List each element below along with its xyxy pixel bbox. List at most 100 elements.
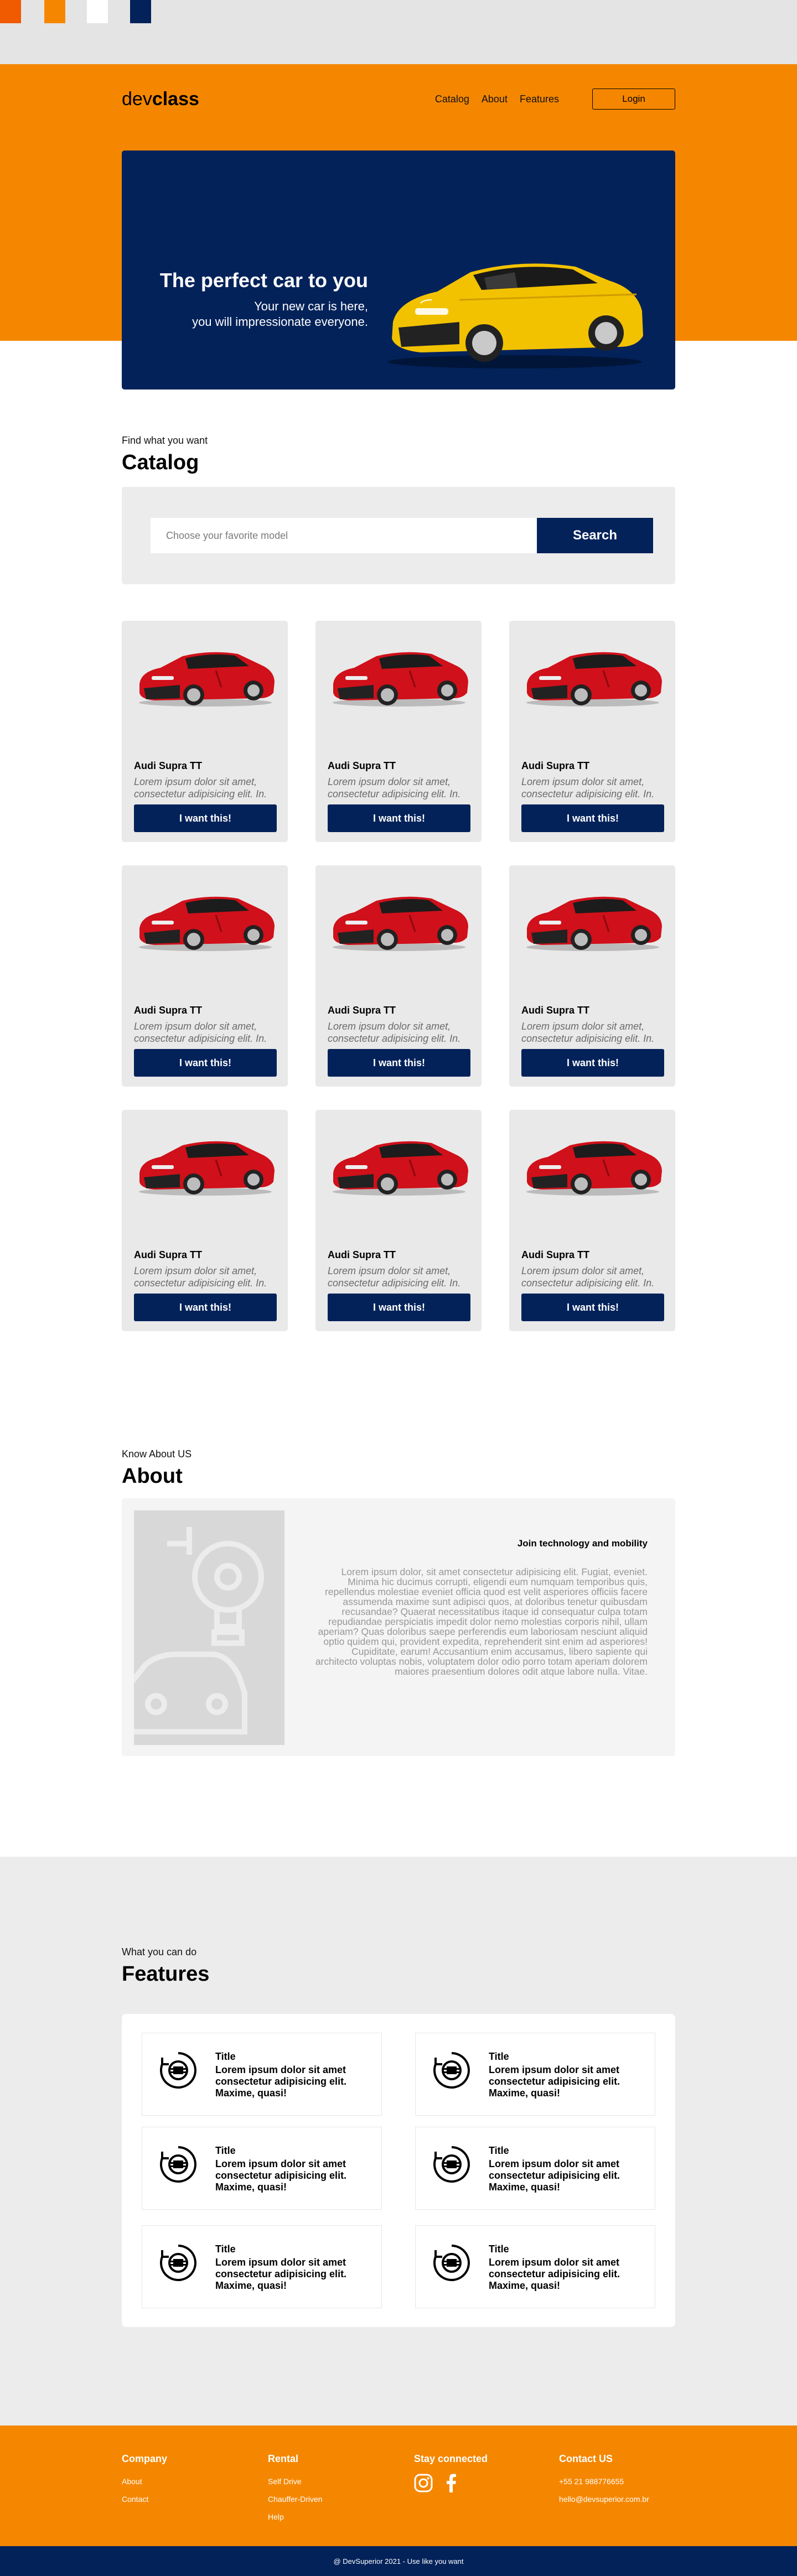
footer-link-help[interactable]: Help — [268, 2512, 323, 2521]
about-text: Lorem ipsum dolor, sit amet consectetur … — [315, 1566, 648, 1677]
hero-banner: The perfect car to you Your new car is h… — [122, 150, 675, 389]
tech-gear-icon — [433, 2146, 470, 2183]
car-image — [333, 1141, 468, 1196]
feature-title: Title — [215, 2243, 236, 2255]
footer-contact-title: Contact US — [559, 2453, 613, 2464]
tech-gear-icon — [433, 2052, 470, 2089]
feature-title: Title — [489, 2243, 509, 2255]
nav-links: Catalog About Features Login — [423, 89, 675, 110]
i-want-this-button[interactable]: I want this! — [134, 1049, 277, 1077]
i-want-this-button[interactable]: I want this! — [134, 1294, 277, 1321]
feature-text: Lorem ipsum dolor sit amet consectetur a… — [489, 2158, 620, 2193]
car-description: Lorem ipsum dolor sit amet, consectetur … — [521, 776, 655, 799]
tech-gear-icon — [160, 2245, 196, 2281]
catalog-header: Find what you want Catalog — [122, 435, 675, 475]
social-links — [414, 2474, 488, 2492]
features-eyebrow: What you can do — [122, 1946, 197, 1957]
car-grid: Audi Supra TT Lorem ipsum dolor sit amet… — [122, 621, 675, 1331]
footer-link-self-drive[interactable]: Self Drive — [268, 2477, 323, 2486]
footer-rental-title: Rental — [268, 2453, 299, 2464]
features-panel: Title Lorem ipsum dolor sit amet consect… — [122, 2014, 675, 2327]
copyright-bar: @ DevSuperior 2021 - Use like you want — [0, 2546, 797, 2576]
palette-swatch — [130, 0, 151, 23]
i-want-this-button[interactable]: I want this! — [521, 1294, 664, 1321]
car-image — [139, 652, 275, 707]
tech-gear-icon — [160, 2052, 196, 2089]
features-header: What you can do Features — [122, 1946, 675, 1986]
nav-about[interactable]: About — [482, 94, 508, 105]
car-image — [139, 896, 275, 951]
i-want-this-button[interactable]: I want this! — [134, 804, 277, 832]
car-card: Audi Supra TT Lorem ipsum dolor sit amet… — [315, 865, 482, 1087]
features-title: Features — [122, 1962, 210, 1986]
logo[interactable]: devclass — [122, 89, 199, 110]
feature-card: Title Lorem ipsum dolor sit amet consect… — [415, 2127, 655, 2210]
tech-car-icon — [134, 1527, 264, 1734]
hero-subtitle-2: you will impressionate everyone. — [192, 315, 368, 329]
i-want-this-button[interactable]: I want this! — [521, 1049, 664, 1077]
search-button[interactable]: Search — [537, 518, 653, 553]
logo-bold: class — [152, 88, 199, 110]
car-name: Audi Supra TT — [134, 1005, 202, 1016]
feature-card: Title Lorem ipsum dolor sit amet consect… — [142, 2127, 382, 2210]
car-name: Audi Supra TT — [521, 1005, 589, 1016]
car-image — [139, 1141, 275, 1196]
car-name: Audi Supra TT — [328, 1249, 396, 1260]
footer-link-chauffer[interactable]: Chauffer-Driven — [268, 2495, 323, 2504]
nav-features[interactable]: Features — [520, 94, 559, 105]
catalog-title: Catalog — [122, 451, 199, 474]
feature-text: Lorem ipsum dolor sit amet consectetur a… — [215, 2158, 347, 2193]
i-want-this-button[interactable]: I want this! — [521, 804, 664, 832]
car-image — [526, 896, 662, 951]
search-panel: Search — [122, 487, 675, 584]
car-card: Audi Supra TT Lorem ipsum dolor sit amet… — [509, 1110, 675, 1331]
i-want-this-button[interactable]: I want this! — [328, 1294, 470, 1321]
footer: Company About Contact Rental Self Drive … — [0, 2426, 797, 2546]
facebook-icon[interactable] — [445, 2474, 457, 2492]
hero-car-image — [387, 263, 643, 368]
footer-columns: Company About Contact Rental Self Drive … — [122, 2453, 675, 2542]
car-card: Audi Supra TT Lorem ipsum dolor sit amet… — [122, 621, 288, 842]
car-description: Lorem ipsum dolor sit amet, consectetur … — [328, 776, 461, 799]
footer-link-about[interactable]: About — [122, 2477, 167, 2486]
footer-email[interactable]: hello@devsuperior.com.br — [559, 2495, 649, 2504]
about-eyebrow: Know About US — [122, 1448, 192, 1460]
hero-title: The perfect car to you — [159, 269, 368, 292]
feature-title: Title — [215, 2145, 236, 2156]
car-description: Lorem ipsum dolor sit amet, consectetur … — [521, 1265, 655, 1289]
car-description: Lorem ipsum dolor sit amet, consectetur … — [328, 1021, 461, 1044]
about-heading: Join technology and mobility — [517, 1538, 648, 1549]
search-input[interactable] — [151, 518, 538, 553]
feature-card: Title Lorem ipsum dolor sit amet consect… — [142, 2033, 382, 2116]
about-panel: Join technology and mobility Lorem ipsum… — [122, 1498, 675, 1756]
feature-card: Title Lorem ipsum dolor sit amet consect… — [415, 2033, 655, 2116]
feature-card: Title Lorem ipsum dolor sit amet consect… — [142, 2225, 382, 2308]
car-name: Audi Supra TT — [328, 760, 396, 771]
footer-link-contact[interactable]: Contact — [122, 2495, 167, 2504]
footer-stay: Stay connected — [414, 2453, 488, 2492]
feature-text: Lorem ipsum dolor sit amet consectetur a… — [489, 2257, 620, 2291]
feature-title: Title — [489, 2051, 509, 2062]
i-want-this-button[interactable]: I want this! — [328, 804, 470, 832]
car-card: Audi Supra TT Lorem ipsum dolor sit amet… — [122, 865, 288, 1087]
car-card: Audi Supra TT Lorem ipsum dolor sit amet… — [509, 865, 675, 1087]
car-name: Audi Supra TT — [328, 1005, 396, 1016]
car-card: Audi Supra TT Lorem ipsum dolor sit amet… — [509, 621, 675, 842]
hero-text: The perfect car to you Your new car is h… — [160, 269, 368, 330]
footer-phone[interactable]: +55 21 988776655 — [559, 2477, 649, 2486]
palette-swatch — [87, 0, 108, 23]
nav-catalog[interactable]: Catalog — [435, 94, 469, 105]
car-description: Lorem ipsum dolor sit amet, consectetur … — [328, 1265, 461, 1289]
about-illustration — [134, 1510, 284, 1745]
about-header: Know About US About — [122, 1448, 675, 1488]
palette-swatch — [0, 0, 21, 23]
i-want-this-button[interactable]: I want this! — [328, 1049, 470, 1077]
instagram-icon[interactable] — [414, 2474, 433, 2492]
feature-title: Title — [489, 2145, 509, 2156]
car-image — [526, 652, 662, 707]
navbar: devclass Catalog About Features Login — [122, 86, 675, 112]
car-card: Audi Supra TT Lorem ipsum dolor sit amet… — [315, 621, 482, 842]
login-button[interactable]: Login — [592, 89, 675, 110]
footer-contact: Contact US +55 21 988776655 hello@devsup… — [559, 2453, 649, 2512]
car-description: Lorem ipsum dolor sit amet, consectetur … — [134, 776, 267, 799]
